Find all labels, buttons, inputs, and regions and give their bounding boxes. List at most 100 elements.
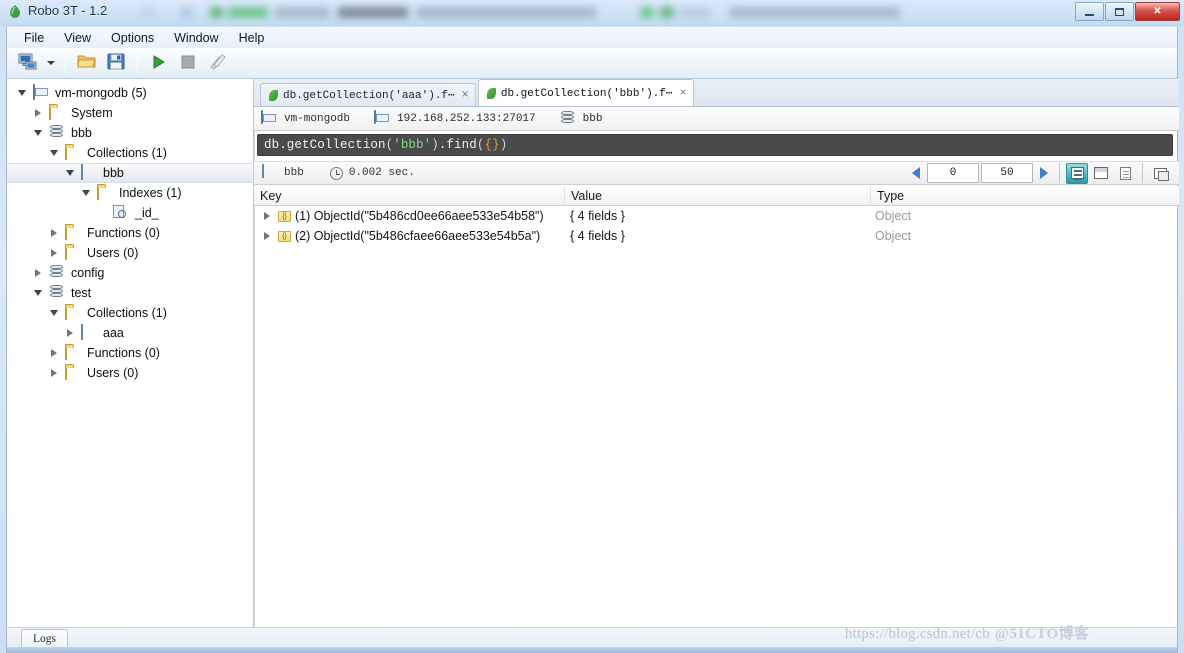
chevron-right-icon[interactable] bbox=[47, 369, 61, 377]
open-script-button[interactable] bbox=[74, 51, 100, 75]
maximize-button[interactable] bbox=[1105, 2, 1134, 21]
tree-item-label: Users (0) bbox=[87, 366, 139, 380]
tree-item-indexes[interactable]: Indexes (1) bbox=[7, 183, 253, 203]
main-content: vm-mongodb (5) System bbb Collections (1) bb… bbox=[6, 79, 1179, 627]
tree-item-functions-bbb[interactable]: Functions (0) bbox=[7, 223, 253, 243]
maximize-results-button[interactable] bbox=[1149, 163, 1171, 184]
tree-item-db-test[interactable]: test bbox=[7, 283, 253, 303]
execute-button[interactable] bbox=[146, 51, 172, 75]
tree-item-users-test[interactable]: Users (0) bbox=[7, 363, 253, 383]
collection-icon bbox=[81, 324, 97, 341]
pencils-icon bbox=[208, 53, 226, 73]
tree-item-label: Users (0) bbox=[87, 246, 139, 260]
chevron-down-icon[interactable] bbox=[47, 150, 61, 156]
results-table-header: Key Value Type bbox=[254, 185, 1179, 206]
tree-item-label: Functions (0) bbox=[87, 346, 160, 360]
tree-item-collections-bbb[interactable]: Collections (1) bbox=[7, 143, 253, 163]
chevron-right-icon[interactable] bbox=[260, 212, 274, 220]
chevron-right-icon[interactable] bbox=[260, 232, 274, 240]
folder-icon bbox=[49, 104, 65, 121]
tree-item-label: bbb bbox=[71, 126, 92, 140]
connect-button[interactable] bbox=[15, 51, 41, 75]
chevron-right-icon[interactable] bbox=[47, 249, 61, 257]
menu-view[interactable]: View bbox=[55, 29, 100, 47]
chevron-right-icon[interactable] bbox=[63, 329, 77, 337]
leaf-icon bbox=[8, 4, 22, 18]
tree-item-index-id[interactable]: _id_ bbox=[7, 203, 253, 223]
play-icon bbox=[151, 54, 167, 73]
minimize-button[interactable] bbox=[1075, 2, 1104, 21]
column-header-key[interactable]: Key bbox=[254, 189, 564, 203]
tree-item-label: bbb bbox=[103, 166, 124, 180]
query-panel: db.getCollection('aaa').f⋯ × db.getColle… bbox=[254, 79, 1179, 627]
menu-options[interactable]: Options bbox=[102, 29, 163, 47]
folder-icon bbox=[65, 364, 81, 381]
tree-item-collections-test[interactable]: Collections (1) bbox=[7, 303, 253, 323]
column-header-type[interactable]: Type bbox=[871, 189, 1179, 203]
close-button[interactable]: ✕ bbox=[1135, 2, 1180, 21]
save-script-button[interactable] bbox=[103, 51, 129, 75]
tab-query-bbb[interactable]: db.getCollection('bbb').f⋯ × bbox=[477, 79, 694, 106]
text-view-button[interactable] bbox=[1114, 163, 1136, 184]
chevron-right-icon[interactable] bbox=[31, 109, 45, 117]
skip-input[interactable]: 0 bbox=[927, 163, 979, 183]
folder-icon bbox=[97, 184, 113, 201]
cell-key-text: (1) ObjectId("5b486cd0ee66aee533e54b58") bbox=[295, 209, 544, 223]
results-time-label: 0.002 sec. bbox=[348, 167, 415, 179]
menu-file[interactable]: File bbox=[15, 29, 53, 47]
chevron-right-icon[interactable] bbox=[47, 229, 61, 237]
tree-item-label: Collections (1) bbox=[87, 306, 167, 320]
editor-token: db.getCollection bbox=[264, 138, 386, 152]
table-row[interactable]: {} (1) ObjectId("5b486cd0ee66aee533e54b58… bbox=[254, 206, 1179, 226]
limit-input[interactable]: 50 bbox=[981, 163, 1033, 183]
logs-tab[interactable]: Logs bbox=[21, 629, 68, 648]
folder-open-icon bbox=[77, 53, 97, 73]
menu-window[interactable]: Window bbox=[165, 29, 227, 47]
tree-item-db-config[interactable]: config bbox=[7, 263, 253, 283]
tab-label: db.getCollection('bbb').f⋯ bbox=[500, 88, 673, 100]
query-editor[interactable]: db.getCollection('bbb') .find({}) bbox=[257, 134, 1173, 156]
toolbar-separator-2 bbox=[137, 53, 138, 73]
explorer-sidebar[interactable]: vm-mongodb (5) System bbb Collections (1) bb… bbox=[7, 79, 254, 627]
left-arrow-icon bbox=[912, 167, 920, 179]
tree-item-label: System bbox=[71, 106, 113, 120]
chevron-down-icon[interactable] bbox=[79, 190, 93, 196]
chevron-down-icon[interactable] bbox=[31, 130, 45, 136]
chevron-down-icon[interactable] bbox=[47, 310, 61, 316]
tree-item-label: _id_ bbox=[135, 206, 159, 220]
tab-close-icon[interactable]: × bbox=[460, 88, 469, 102]
cell-value: { 4 fields } bbox=[570, 229, 625, 243]
bottom-bar: Logs bbox=[6, 627, 1178, 648]
refresh-button[interactable] bbox=[204, 51, 230, 75]
chevron-down-icon[interactable] bbox=[63, 170, 77, 176]
table-view-button[interactable] bbox=[1090, 163, 1112, 184]
chevron-down-icon[interactable] bbox=[31, 290, 45, 296]
tree-item-system[interactable]: System bbox=[7, 103, 253, 123]
title-bar: Robo 3T - 1.2 ✕ bbox=[0, 0, 1184, 26]
tree-item-label: test bbox=[71, 286, 92, 300]
column-header-value[interactable]: Value bbox=[565, 189, 870, 203]
tab-query-aaa[interactable]: db.getCollection('aaa').f⋯ × bbox=[260, 83, 476, 106]
prev-page-button[interactable] bbox=[907, 163, 925, 183]
next-page-button[interactable] bbox=[1035, 163, 1053, 183]
table-row[interactable]: {} (2) ObjectId("5b486cfaee66aee533e54b5a… bbox=[254, 226, 1179, 246]
tree-item-connection[interactable]: vm-mongodb (5) bbox=[7, 83, 253, 103]
tree-item-users-bbb[interactable]: Users (0) bbox=[7, 243, 253, 263]
connect-dropdown[interactable] bbox=[44, 51, 57, 75]
chevron-right-icon[interactable] bbox=[47, 349, 61, 357]
menu-help[interactable]: Help bbox=[230, 29, 274, 47]
stop-button[interactable] bbox=[175, 51, 201, 75]
tree-item-functions-test[interactable]: Functions (0) bbox=[7, 343, 253, 363]
tree-view-button[interactable] bbox=[1066, 162, 1088, 184]
tree-item-db-bbb[interactable]: bbb bbox=[7, 123, 253, 143]
tree-item-collection-bbb[interactable]: bbb bbox=[7, 163, 253, 183]
table-view-icon bbox=[1094, 167, 1108, 179]
objectid-icon: {} bbox=[278, 230, 291, 242]
query-tab-strip: db.getCollection('aaa').f⋯ × db.getColle… bbox=[254, 79, 1179, 107]
chevron-down-icon[interactable] bbox=[15, 90, 29, 96]
window-title-group: Robo 3T - 1.2 bbox=[8, 3, 107, 18]
tree-item-collection-aaa[interactable]: aaa bbox=[7, 323, 253, 343]
chevron-right-icon[interactable] bbox=[31, 269, 45, 277]
tab-close-icon[interactable]: × bbox=[678, 86, 687, 100]
results-collection-label: bbb bbox=[284, 167, 304, 179]
